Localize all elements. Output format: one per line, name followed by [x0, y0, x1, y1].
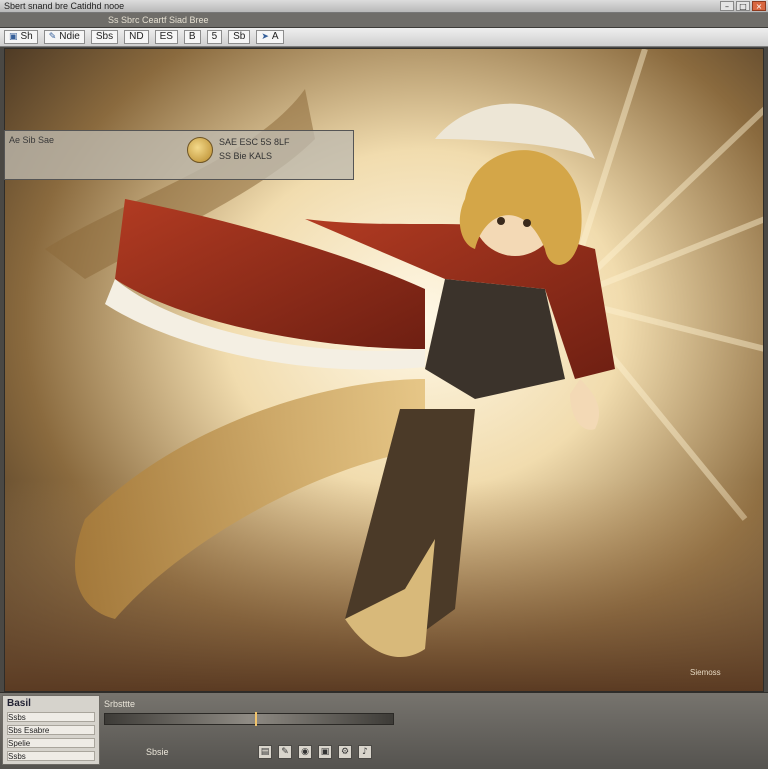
arrow-icon: ➤ [261, 32, 269, 42]
watermark-stamp: Siemoss [690, 668, 721, 677]
toolbar-button-9[interactable]: ➤ A [256, 30, 284, 44]
document-title: Ss Sbrc Ceartf Siad Bree [108, 15, 209, 25]
timeline-scrubber[interactable] [254, 712, 257, 726]
info-overlay-panel: Ae Sib Sae SAE ESC 5S 8LF SS Bie KALS [4, 130, 354, 180]
property-row[interactable]: Ssbs [7, 712, 95, 722]
bottom-icon-bar: ▤ ✎ ◉ ▣ ⚙ ♪ [258, 745, 372, 759]
toolbar-button-8[interactable]: Sb [228, 30, 251, 44]
toolbar: ▣ Sh ✎ Ndie Sbs ND ES B 5 Sb ➤ A [0, 28, 768, 47]
file-icon: ▣ [9, 32, 18, 42]
vest [425, 279, 565, 399]
toolbar-button-5[interactable]: ES [154, 30, 178, 44]
timeline-label: Srbsttte [104, 699, 136, 709]
property-row[interactable]: Ssbs [7, 751, 95, 761]
timeline-track[interactable] [104, 712, 394, 726]
properties-title: Basil [7, 698, 31, 709]
window-title: Sbert snand bre Catidhd nooe [4, 1, 125, 11]
overlay-meta-2: SS Bie KALS [219, 151, 273, 161]
menu-bar: Ss Sbrc Ceartf Siad Bree [0, 13, 768, 28]
settings-icon[interactable]: ⚙ [338, 745, 352, 759]
tool-icon: ✎ [48, 32, 57, 42]
close-icon[interactable]: × [752, 1, 766, 11]
toolbar-button-3[interactable]: Sbs [90, 30, 119, 44]
bottom-panel: Basil Ssbs Sbs Esabre Spelie Ssbs Srbstt… [0, 692, 768, 769]
property-row[interactable]: Sbs Esabre [7, 725, 95, 735]
maximize-icon[interactable]: □ [736, 1, 750, 11]
property-row[interactable]: Spelie [7, 738, 95, 748]
frame-icon[interactable]: ▣ [318, 745, 332, 759]
toolbar-button-4[interactable]: ND [124, 30, 149, 44]
toolbar-button-1[interactable]: ▣ Sh [4, 30, 38, 44]
window-titlebar: Sbert snand bre Catidhd nooe – □ × [0, 0, 768, 13]
properties-panel: Basil Ssbs Sbs Esabre Spelie Ssbs [2, 695, 100, 765]
overlay-meta-1: SAE ESC 5S 8LF [219, 137, 290, 147]
toolbar-button-2[interactable]: ✎ Ndie [43, 30, 85, 44]
toolbar-button-7[interactable]: 5 [206, 30, 223, 44]
toolbar-button-6[interactable]: B [183, 30, 201, 44]
eye-left [497, 217, 505, 225]
audio-icon[interactable]: ♪ [358, 745, 372, 759]
window-controls: – □ × [720, 1, 766, 11]
eye-icon[interactable]: ◉ [298, 745, 312, 759]
overlay-caption: Ae Sib Sae [9, 135, 55, 145]
minimize-icon[interactable]: – [720, 1, 734, 11]
avatar[interactable] [187, 137, 213, 163]
brush-icon[interactable]: ✎ [278, 745, 292, 759]
layer-icon[interactable]: ▤ [258, 745, 272, 759]
eye-right [523, 219, 531, 227]
layer-label: Sbsie [146, 747, 169, 757]
